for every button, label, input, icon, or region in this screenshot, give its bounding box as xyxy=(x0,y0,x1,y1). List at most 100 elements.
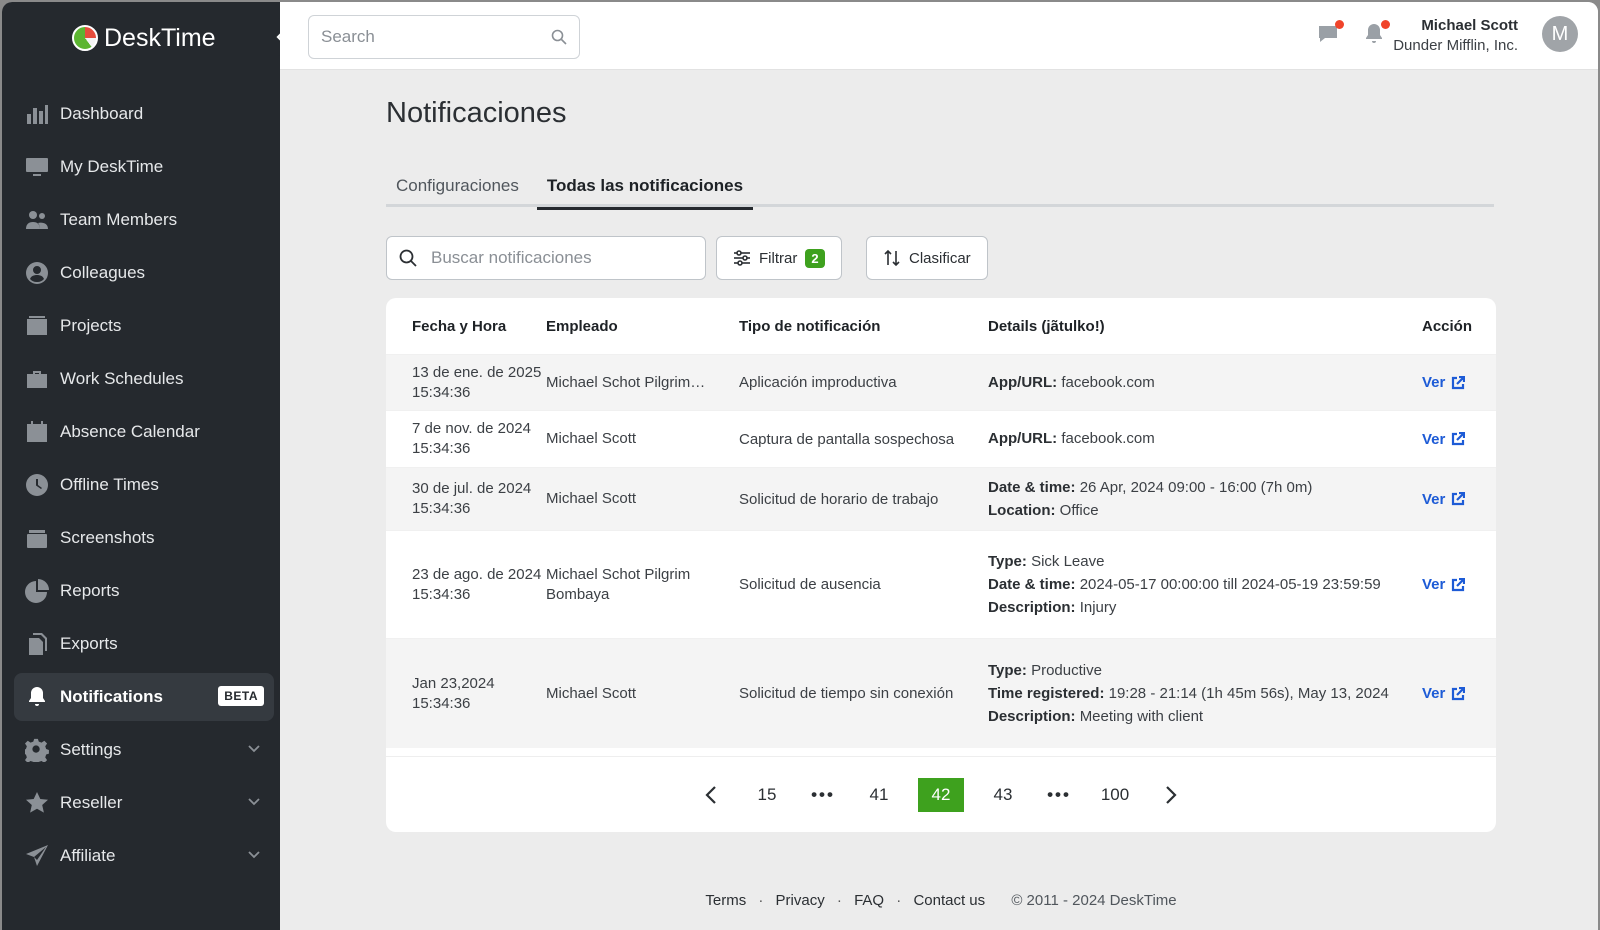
notifications-bell-button[interactable] xyxy=(1362,20,1390,46)
next-page-button[interactable] xyxy=(1154,778,1188,812)
table-row: 7 de nov. de 2024 15:34:36 Michael Scott Ca… xyxy=(386,410,1496,467)
cell-datetime: 7 de nov. de 2024 15:34:36 xyxy=(412,420,531,457)
sidebar-item-label: Dashboard xyxy=(60,104,144,123)
chat-button[interactable] xyxy=(1316,20,1344,46)
external-link-icon xyxy=(1452,432,1466,446)
sidebar-item-work-schedules[interactable]: Work Schedules xyxy=(14,355,274,403)
sidebar-item-reports[interactable]: Reports xyxy=(14,567,274,615)
user-menu[interactable]: Michael Scott Dunder Mifflin, Inc. xyxy=(1393,16,1518,56)
sidebar-item-screenshots[interactable]: Screenshots xyxy=(14,514,274,562)
sidebar-item-dashboard[interactable]: Dashboard xyxy=(14,90,274,138)
logo[interactable]: DeskTime xyxy=(72,22,216,54)
detail-line: Type: Sick Leave xyxy=(988,552,1105,570)
avatar[interactable]: M xyxy=(1542,16,1578,52)
pagination-ellipsis[interactable]: ••• xyxy=(1042,778,1076,812)
page-button-43[interactable]: 43 xyxy=(986,778,1020,812)
sort-button[interactable]: Clasificar xyxy=(866,236,988,280)
star-icon xyxy=(24,790,50,816)
page-title: Notificaciones xyxy=(386,97,567,129)
cell-employee: Michael Scott xyxy=(546,430,637,447)
chevron-left-icon xyxy=(705,785,716,804)
prev-page-button[interactable] xyxy=(694,778,728,812)
sidebar-item-label: Affiliate xyxy=(60,846,116,865)
sidebar-item-absence-calendar[interactable]: Absence Calendar xyxy=(14,408,274,456)
cell-datetime: 23 de ago. de 2024 15:34:36 xyxy=(412,565,542,603)
header-tipo[interactable]: Tipo de notificación xyxy=(739,318,988,335)
topbar: Search Michael Scott Dunder Mifflin, Inc… xyxy=(280,2,1598,70)
sidebar-nav: Dashboard My DeskTime Team Members Colleagu… xyxy=(14,90,274,885)
page-button-41[interactable]: 41 xyxy=(862,778,896,812)
header-fecha-hora[interactable]: Fecha y Hora xyxy=(386,318,546,335)
notification-search-input[interactable]: Buscar notificaciones xyxy=(386,236,706,280)
cell-employee: Michael Schot Pilgrim Bombaya xyxy=(546,565,691,603)
chat-notification-dot xyxy=(1335,20,1344,29)
cell-type: Captura de pantalla sospechosa xyxy=(739,430,955,448)
beta-badge: BETA xyxy=(218,686,264,706)
user-name: Michael Scott xyxy=(1421,17,1518,34)
cell-employee: Michael Schot Pilgrim… xyxy=(546,373,706,391)
footer-separator: · xyxy=(896,892,902,909)
footer-link-privacy[interactable]: Privacy xyxy=(776,892,825,909)
view-link[interactable]: Ver xyxy=(1422,576,1496,593)
view-link[interactable]: Ver xyxy=(1422,431,1496,448)
paper-plane-icon xyxy=(24,843,50,869)
sidebar-item-label: Colleagues xyxy=(60,263,146,282)
filter-label: Filtrar xyxy=(759,249,798,267)
cell-details: App/URL: facebook.com xyxy=(988,370,1408,396)
header-details: Details (jãtulko!) xyxy=(988,317,1105,335)
cell-type: Solicitud de ausencia xyxy=(739,576,881,593)
view-link[interactable]: Ver xyxy=(1422,374,1496,391)
table-row: 23 de ago. de 2024 15:34:36 Michael Schot … xyxy=(386,530,1496,638)
sidebar-item-exports[interactable]: Exports xyxy=(14,620,274,668)
pagination-ellipsis[interactable]: ••• xyxy=(806,778,840,812)
cell-action: Ver xyxy=(1408,431,1496,448)
sort-arrows-icon xyxy=(884,249,900,267)
page-button-100[interactable]: 100 xyxy=(1098,778,1132,812)
screenshots-icon xyxy=(24,525,50,551)
sidebar-item-label: Reports xyxy=(60,581,120,600)
tab-configuraciones[interactable]: Configuraciones xyxy=(386,165,529,207)
tab-todas-las-notificaciones[interactable]: Todas las notificaciones xyxy=(536,165,754,210)
sidebar-item-team-members[interactable]: Team Members xyxy=(14,196,274,244)
global-search-placeholder: Search xyxy=(321,27,375,46)
copyright: © 2011 - 2024 DeskTime xyxy=(1011,892,1177,909)
footer-separator: · xyxy=(758,892,764,909)
toolbar: Buscar notificaciones Filtrar 2 Clasific… xyxy=(386,236,1496,280)
sidebar-item-affiliate[interactable]: Affiliate xyxy=(14,832,274,880)
header-empleado[interactable]: Empleado xyxy=(546,318,739,335)
sidebar-item-projects[interactable]: Projects xyxy=(14,302,274,350)
sidebar-item-reseller[interactable]: Reseller xyxy=(14,779,274,827)
footer-link-contact[interactable]: Contact us xyxy=(913,892,985,909)
sidebar-item-colleagues[interactable]: Colleagues xyxy=(14,249,274,297)
external-link-icon xyxy=(1452,375,1466,389)
sidebar-item-offline-times[interactable]: Offline Times xyxy=(14,461,274,509)
sidebar-item-label: Work Schedules xyxy=(60,369,184,388)
cell-action: Ver xyxy=(1408,576,1496,593)
view-link[interactable]: Ver xyxy=(1422,685,1496,702)
gear-icon xyxy=(24,737,50,763)
filter-button[interactable]: Filtrar 2 xyxy=(716,236,842,280)
sidebar-item-notifications[interactable]: Notifications BETA xyxy=(14,673,274,721)
chevron-right-icon xyxy=(1166,785,1177,804)
cell-datetime: 13 de ene. de 2025 15:34:36 xyxy=(412,363,542,401)
external-link-icon xyxy=(1452,686,1466,700)
detail-line: App/URL: facebook.com xyxy=(988,373,1155,391)
chevron-down-icon xyxy=(248,742,260,756)
footer-link-terms[interactable]: Terms xyxy=(705,892,746,909)
folder-icon xyxy=(24,313,50,339)
sidebar-item-my-desktime[interactable]: My DeskTime xyxy=(14,143,274,191)
cell-type: Solicitud de horario de trabajo xyxy=(739,490,939,508)
cell-employee: Michael Scott xyxy=(546,490,637,507)
sort-label: Clasificar xyxy=(909,249,971,267)
page-button-42[interactable]: 42 xyxy=(918,777,964,812)
detail-line: Time registered: 19:28 - 21:14 (1h 45m 5… xyxy=(988,684,1389,702)
global-search-input[interactable]: Search xyxy=(308,15,580,59)
logo-text: DeskTime xyxy=(104,23,216,52)
detail-line: Date & time: 26 Apr, 2024 09:00 - 16:00 … xyxy=(988,478,1313,496)
cell-type: Aplicación improductiva xyxy=(739,374,897,391)
page-button-15[interactable]: 15 xyxy=(750,778,784,812)
footer-link-faq[interactable]: FAQ xyxy=(854,892,884,909)
sidebar-item-settings[interactable]: Settings xyxy=(14,726,274,774)
view-link[interactable]: Ver xyxy=(1422,491,1496,508)
detail-line: App/URL: facebook.com xyxy=(988,430,1155,447)
